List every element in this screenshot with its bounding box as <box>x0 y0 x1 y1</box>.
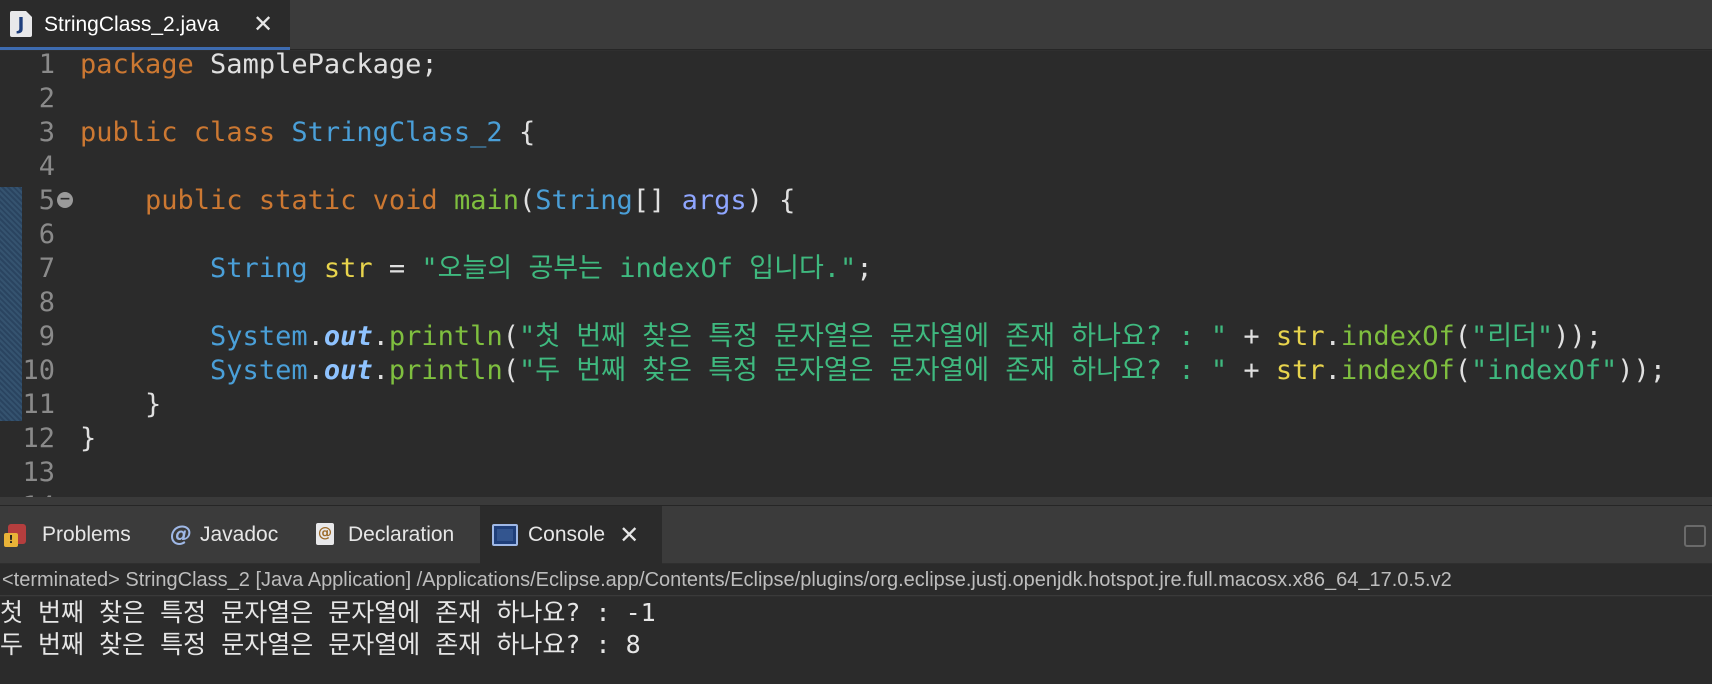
close-icon[interactable]: ✕ <box>252 12 274 36</box>
line-number: 2 <box>38 83 55 114</box>
editor-tab-title: StringClass_2.java <box>44 13 220 36</box>
code-line-8: 8 <box>0 286 1712 320</box>
javadoc-icon: @ <box>170 522 192 547</box>
minimize-icon[interactable] <box>1684 525 1706 547</box>
code-line-12: 12 } <box>0 422 1712 456</box>
tab-label: Console <box>528 523 606 546</box>
console-output[interactable]: 첫 번째 찾은 특정 문자열은 문자열에 존재 하나요? : -1 두 번째 찾… <box>0 597 1712 684</box>
console-icon <box>492 524 518 546</box>
code-line-9: 9 System.out.println("첫 번째 찾은 특정 문자열은 문자… <box>0 320 1712 354</box>
problems-icon <box>4 521 32 549</box>
panel-tab-bar: Problems @ Javadoc Declaration Console ✕ <box>0 505 1712 564</box>
java-file-icon: J <box>10 11 32 37</box>
editor-tab-bar: J StringClass_2.java ✕ <box>0 0 1712 50</box>
tab-label: Declaration <box>348 523 455 546</box>
tab-console[interactable]: Console ✕ <box>480 506 662 564</box>
tab-declaration[interactable]: Declaration <box>312 506 466 564</box>
line-number: 3 <box>38 117 55 148</box>
tab-javadoc[interactable]: @ Javadoc <box>170 506 290 564</box>
tab-label: Javadoc <box>200 523 279 546</box>
console-output-line: 두 번째 찾은 특정 문자열은 문자열에 존재 하나요? : 8 <box>0 630 641 659</box>
line-number: 1 <box>38 51 55 80</box>
line-number: 10 <box>22 355 55 386</box>
editor-horizontal-scrollbar[interactable] <box>0 497 1712 505</box>
code-line-7: 7 String str = "오늘의 공부는 indexOf 입니다."; <box>0 252 1712 286</box>
line-number: 11 <box>22 389 55 420</box>
console-output-line: 첫 번째 찾은 특정 문자열은 문자열에 존재 하나요? : -1 <box>0 598 656 627</box>
line-number: 4 <box>38 151 55 182</box>
code-line-4: 4 <box>0 150 1712 184</box>
tab-problems[interactable]: Problems <box>4 506 143 564</box>
line-number: 12 <box>22 423 55 454</box>
line-number: 7 <box>38 253 55 284</box>
line-number: 9 <box>38 321 55 352</box>
code-line-1: 1 package SamplePackage; <box>0 51 1712 82</box>
code-line-11: 11 } <box>0 388 1712 422</box>
line-number: 8 <box>38 287 55 318</box>
code-line-2: 2 <box>0 82 1712 116</box>
line-number: 13 <box>22 457 55 488</box>
line-number: 6 <box>38 219 55 250</box>
code-line-3: 3 public class StringClass_2 { <box>0 116 1712 150</box>
editor-tab-stringclass-2[interactable]: J StringClass_2.java ✕ <box>0 0 290 50</box>
code-line-13: 13 <box>0 456 1712 490</box>
code-line-6: 6 <box>0 218 1712 252</box>
code-editor[interactable]: − 1 package SamplePackage; 2 3 public cl… <box>0 51 1712 504</box>
line-number: 5 <box>38 185 55 216</box>
declaration-icon <box>312 521 338 549</box>
close-icon[interactable]: ✕ <box>619 521 639 549</box>
console-process-label: <terminated> StringClass_2 [Java Applica… <box>0 564 1712 596</box>
tab-label: Problems <box>42 523 131 546</box>
code-line-5: 5 public static void main(String[] args)… <box>0 184 1712 218</box>
code-line-10: 10 System.out.println("두 번째 찾은 특정 문자열은 문… <box>0 354 1712 388</box>
